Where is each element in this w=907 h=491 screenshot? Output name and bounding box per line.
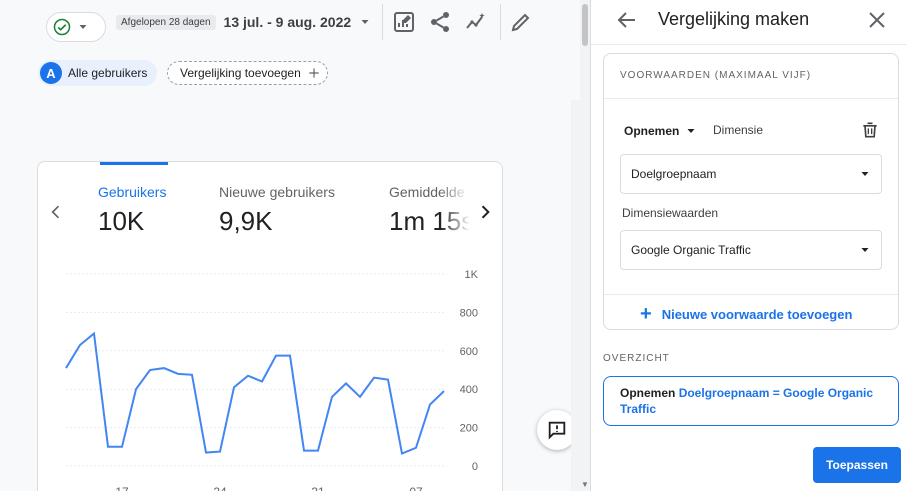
conditions-card: VOORWAARDEN (MAXIMAAL VIJF) Opnemen Dime… [603,53,899,330]
chevron-down-icon [861,172,869,176]
dimension-values-label: Dimensiewaarden [622,206,719,220]
y-tick-label: 1K [465,269,479,281]
x-tick-label: 31 [311,485,325,491]
y-tick-label: 400 [460,384,478,396]
add-comparison-button[interactable]: Vergelijking toevoegen [167,61,328,85]
overview-summary: Opnemen Doelgroepnaam = Google Organic T… [603,376,899,426]
toolbar-divider [500,4,501,40]
plus-icon [309,68,319,78]
back-arrow-icon[interactable] [615,8,639,32]
report-area: Afgelopen 28 dagen 13 jul. - 9 aug. 2022… [0,0,590,491]
metric-value: 10K [98,206,145,236]
customize-report-icon[interactable] [392,10,416,34]
x-tick-label: 24 [213,485,227,491]
status-dropdown[interactable] [46,12,106,42]
date-range-picker[interactable]: Afgelopen 28 dagen 13 jul. - 9 aug. 2022 [116,12,371,32]
toolbar-divider [382,4,383,40]
dimension-label: Dimensie [713,123,764,137]
chevron-left-icon[interactable] [46,202,66,222]
y-tick-label: 200 [460,423,478,435]
y-tick-label: 600 [460,346,478,358]
dimension-value-select[interactable]: Google Organic Traffic [620,230,882,270]
close-icon[interactable] [865,8,889,32]
series-line [65,331,445,455]
overview-label: OVERZICHT [603,353,670,364]
metrics-card: Gebruikers 10K Nieuwe gebruikers 9,9K Ge… [37,161,503,491]
range-value: 13 jul. - 9 aug. 2022 [223,14,352,30]
edit-icon[interactable] [509,10,533,34]
tab-fade [440,172,470,252]
panel-title: Vergelijking maken [658,9,810,29]
scrollbar[interactable] [580,0,590,491]
divider [591,44,907,45]
trash-icon[interactable] [860,120,880,140]
include-select[interactable]: Opnemen [624,124,697,138]
y-tick-label: 800 [460,307,478,319]
chevron-down-icon [687,129,695,133]
dimension-select[interactable]: Doelgroepnaam [620,154,882,194]
chip-label: Vergelijking toevoegen [180,66,301,80]
scroll-down-arrow[interactable]: ▼ [580,480,590,490]
plus-icon: + [640,303,652,325]
x-tick-label: 17 [115,485,129,491]
check-circle-icon [53,18,71,36]
divider [604,98,898,99]
dimension-value-select-value: Google Organic Traffic [631,243,751,257]
include-label: Opnemen [624,124,680,138]
conditions-title: VOORWAARDEN (MAXIMAAL VIJF) [620,70,812,81]
x-tick-label: 07 [409,485,423,491]
active-tab-indicator [100,162,168,165]
range-label: Afgelopen 28 dagen [116,14,216,30]
avatar: A [40,62,62,84]
chip-label: Alle gebruikers [68,66,148,80]
chevron-right-icon[interactable] [475,202,495,222]
scrollbar-thumb[interactable] [582,4,588,46]
insights-icon[interactable] [464,10,488,34]
users-line-chart: 1K 800 600 400 200 0 17 24 31 07 [65,269,479,491]
divider [604,294,898,295]
chevron-down-icon [861,248,869,252]
feedback-icon [548,421,566,440]
metric-tab-users[interactable]: Gebruikers 10K [98,184,166,237]
add-condition-label: Nieuwe voorwaarde toevoegen [661,306,853,322]
comparison-chip-all-users[interactable]: A Alle gebruikers [38,60,158,86]
chevron-down-icon [79,25,87,29]
comparison-panel: Vergelijking maken VOORWAARDEN (MAXIMAAL… [590,0,907,491]
y-tick-label: 0 [472,461,478,473]
scrollbar-track [571,100,580,491]
overview-include: Opnemen [620,386,676,400]
metric-value: 9,9K [219,206,273,236]
metric-tab-new-users[interactable]: Nieuwe gebruikers 9,9K [219,184,335,237]
share-icon[interactable] [428,10,452,34]
apply-button[interactable]: Toepassen [813,447,901,483]
metric-label: Gebruikers [98,184,167,200]
chevron-down-icon [361,20,369,24]
add-condition-button[interactable]: + Nieuwe voorwaarde toevoegen [640,304,852,324]
dimension-select-value: Doelgroepnaam [631,167,717,181]
metric-label: Nieuwe gebruikers [219,184,335,200]
